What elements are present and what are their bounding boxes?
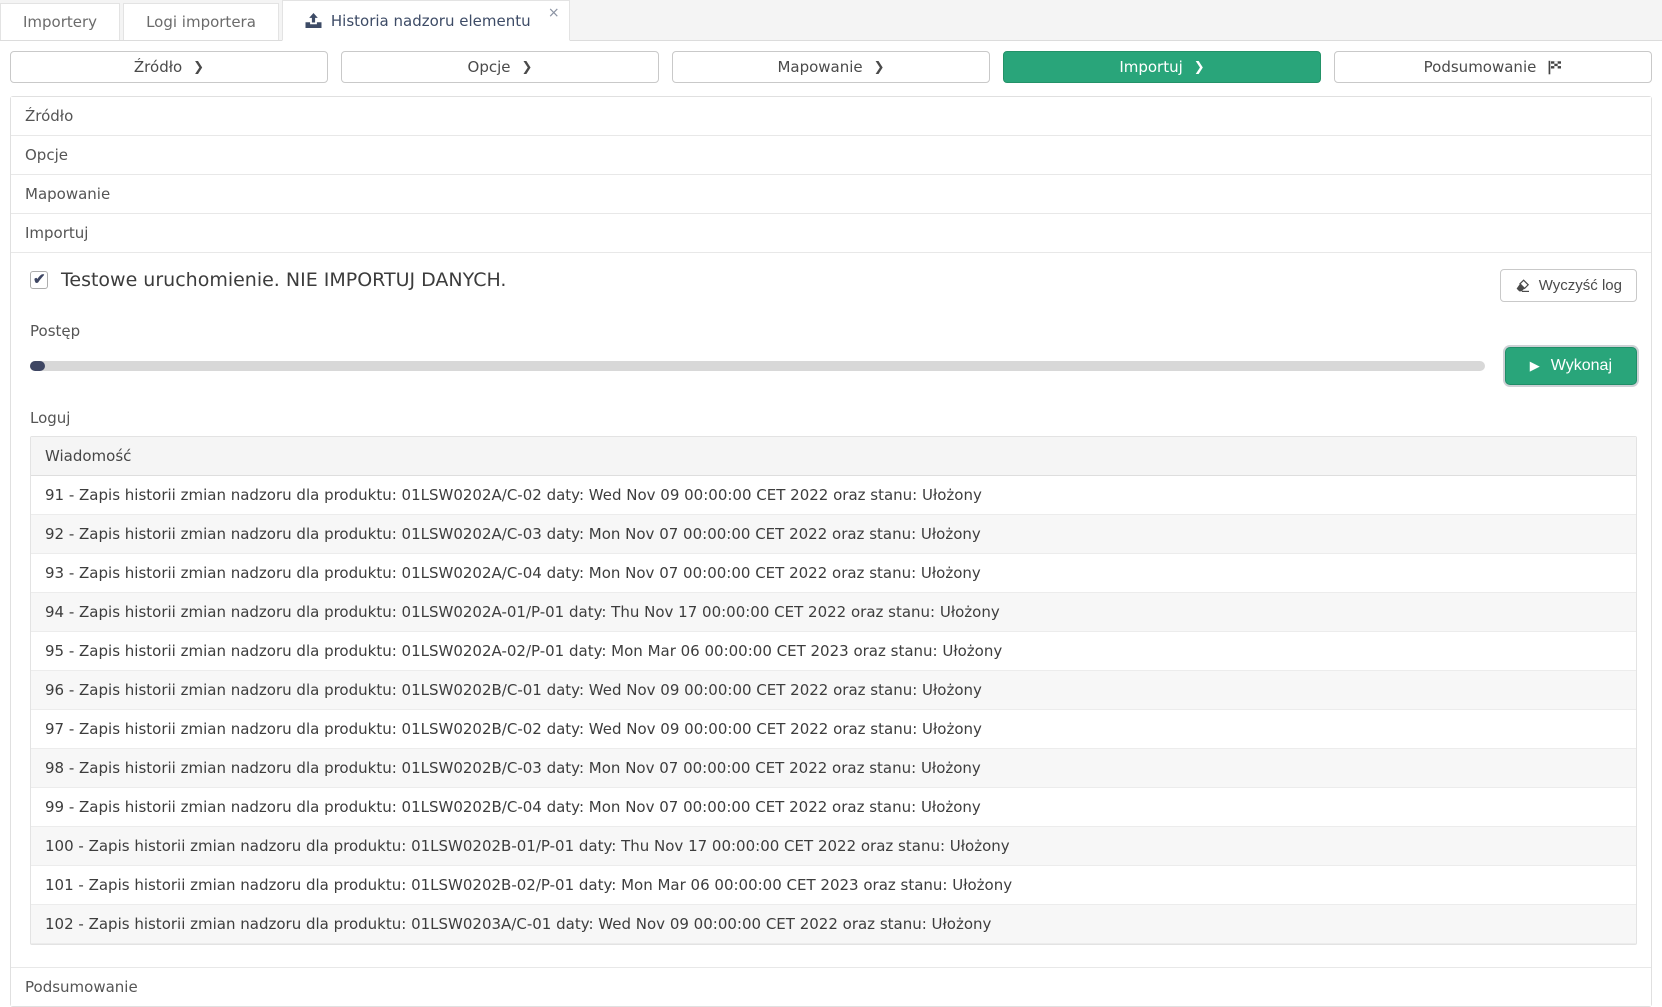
flag-checkered-icon [1547,60,1562,75]
accordion-section-importuj[interactable]: Importuj [11,214,1651,253]
tab-logi-importera[interactable]: Logi importera [123,3,279,40]
log-label: Loguj [30,409,1637,427]
accordion-section-mapowanie[interactable]: Mapowanie [11,175,1651,214]
test-run-label: Testowe uruchomienie. NIE IMPORTUJ DANYC… [61,269,506,291]
step-opcje-button[interactable]: Opcje ❯ [341,51,659,83]
log-row: 91 - Zapis historii zmian nadzoru dla pr… [31,476,1636,515]
log-row: 98 - Zapis historii zmian nadzoru dla pr… [31,749,1636,788]
eraser-icon [1515,279,1530,293]
log-table-header: Wiadomość [31,437,1636,476]
tab-importery[interactable]: Importery [0,3,120,40]
import-upload-icon [305,13,322,29]
clear-log-label: Wyczyść log [1539,277,1622,294]
log-table: Wiadomość 91 - Zapis historii zmian nadz… [30,436,1637,945]
log-table-body: 91 - Zapis historii zmian nadzoru dla pr… [31,476,1636,944]
step-label: Mapowanie [777,58,862,76]
chevron-right-icon: ❯ [874,60,885,75]
step-zrodlo-button[interactable]: Źródło ❯ [10,51,328,83]
import-panel: Testowe uruchomienie. NIE IMPORTUJ DANYC… [11,253,1651,968]
log-row: 97 - Zapis historii zmian nadzoru dla pr… [31,710,1636,749]
step-label: Opcje [468,58,511,76]
log-row: 102 - Zapis historii zmian nadzoru dla p… [31,905,1636,944]
progress-label: Postęp [30,322,1637,340]
test-run-row: Testowe uruchomienie. NIE IMPORTUJ DANYC… [25,269,506,291]
log-row: 94 - Zapis historii zmian nadzoru dla pr… [31,593,1636,632]
step-podsumowanie-button[interactable]: Podsumowanie [1334,51,1652,83]
close-icon[interactable]: × [548,6,560,20]
log-row: 99 - Zapis historii zmian nadzoru dla pr… [31,788,1636,827]
chevron-right-icon: ❯ [193,60,204,75]
tab-label: Historia nadzoru elementu [331,12,531,30]
step-label: Źródło [134,58,182,76]
execute-button[interactable]: ▶ Wykonaj [1505,347,1637,385]
tab-label: Importery [23,13,97,31]
chevron-right-icon: ❯ [1194,60,1205,75]
play-icon: ▶ [1530,358,1540,374]
log-row: 100 - Zapis historii zmian nadzoru dla p… [31,827,1636,866]
step-label: Importuj [1119,58,1182,76]
log-row: 93 - Zapis historii zmian nadzoru dla pr… [31,554,1636,593]
log-row: 101 - Zapis historii zmian nadzoru dla p… [31,866,1636,905]
tab-historia-nadzoru-elementu[interactable]: Historia nadzoru elementu × [282,0,570,41]
accordion-section-zrodlo[interactable]: Źródło [11,97,1651,136]
chevron-right-icon: ❯ [522,60,533,75]
step-importuj-button[interactable]: Importuj ❯ [1003,51,1321,83]
progress-fill [30,361,45,371]
log-row: 95 - Zapis historii zmian nadzoru dla pr… [31,632,1636,671]
tab-label: Logi importera [146,13,256,31]
execute-label: Wykonaj [1551,357,1612,375]
wizard-steps: Źródło ❯ Opcje ❯ Mapowanie ❯ Importuj ❯ … [0,41,1662,96]
step-label: Podsumowanie [1424,58,1537,76]
test-run-checkbox[interactable] [30,271,48,289]
accordion-section-podsumowanie[interactable]: Podsumowanie [11,968,1651,1006]
log-row: 92 - Zapis historii zmian nadzoru dla pr… [31,515,1636,554]
log-row: 96 - Zapis historii zmian nadzoru dla pr… [31,671,1636,710]
tab-bar: Importery Logi importera Historia nadzor… [0,0,1662,41]
import-wizard-accordion: Źródło Opcje Mapowanie Importuj Testowe … [10,96,1652,1007]
progress-row: ▶ Wykonaj [25,347,1637,385]
progress-bar [30,361,1485,371]
step-mapowanie-button[interactable]: Mapowanie ❯ [672,51,990,83]
clear-log-button[interactable]: Wyczyść log [1500,269,1637,302]
accordion-section-opcje[interactable]: Opcje [11,136,1651,175]
